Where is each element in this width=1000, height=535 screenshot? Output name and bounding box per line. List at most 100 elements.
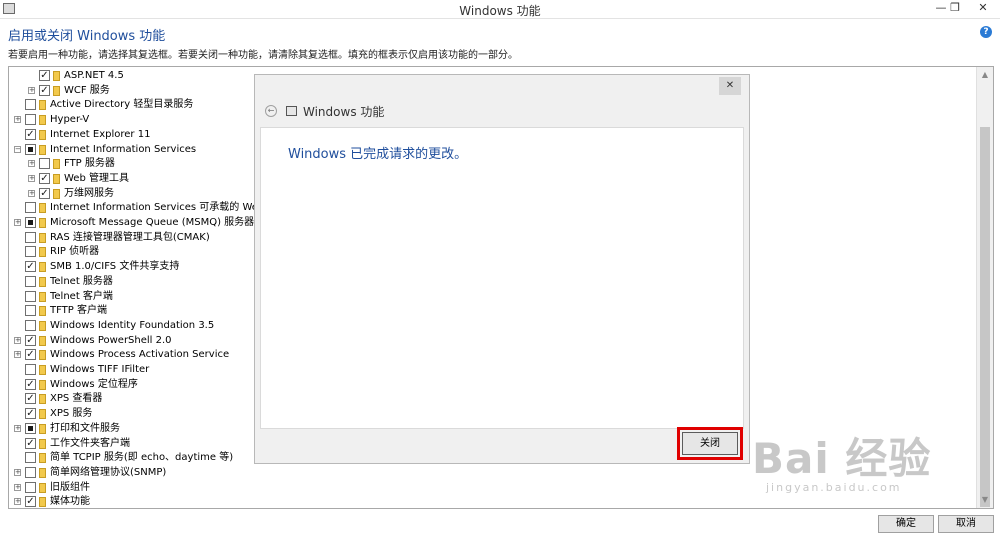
feature-checkbox[interactable] — [25, 217, 36, 228]
expand-icon[interactable]: + — [14, 116, 21, 124]
feature-checkbox[interactable]: ✓ — [39, 70, 50, 81]
feature-checkbox[interactable] — [25, 319, 36, 331]
ok-button[interactable]: 确定 — [878, 515, 934, 533]
folder-icon — [39, 232, 46, 243]
completion-message: Windows 已完成请求的更改。 — [288, 147, 468, 162]
folder-icon — [39, 394, 46, 405]
feature-label: 工作文件夹客户端 — [50, 437, 130, 449]
feature-checkbox[interactable] — [25, 422, 36, 434]
folder-icon — [39, 423, 46, 434]
feature-checkbox[interactable] — [25, 246, 36, 258]
feature-checkbox[interactable] — [25, 143, 36, 155]
expand-icon[interactable]: + — [14, 498, 21, 506]
feature-checkbox[interactable] — [25, 99, 36, 111]
feature-label: XPS 查看器 — [50, 393, 103, 405]
expand-icon[interactable]: + — [14, 336, 21, 344]
feature-label: Windows Identity Foundation 3.5 — [50, 319, 215, 331]
folder-icon — [39, 497, 46, 508]
feature-label: 打印和文件服务 — [50, 422, 120, 434]
folder-icon — [39, 365, 46, 375]
feature-checkbox[interactable] — [25, 275, 36, 287]
expand-icon[interactable]: + — [14, 468, 21, 476]
feature-label: TFTP 客户端 — [50, 305, 108, 317]
feature-checkbox[interactable] — [25, 364, 36, 375]
feature-label: Microsoft Message Queue (MSMQ) 服务器 — [50, 217, 255, 228]
help-icon[interactable]: ? — [980, 26, 992, 38]
feature-checkbox[interactable]: ✓ — [25, 128, 36, 140]
feature-checkbox[interactable] — [25, 231, 36, 243]
folder-icon — [39, 482, 46, 493]
folder-icon — [39, 100, 46, 111]
folder-icon — [39, 453, 46, 464]
feature-label: Telnet 客户端 — [50, 290, 113, 302]
expand-icon[interactable]: + — [28, 160, 35, 168]
feature-checkbox[interactable]: ✓ — [25, 437, 36, 449]
title-bar: Windows 功能 — ❐ ✕ — [0, 0, 1000, 19]
feature-checkbox[interactable]: ✓ — [25, 393, 36, 405]
feature-checkbox[interactable]: ✓ — [39, 187, 50, 199]
feature-checkbox[interactable]: ✓ — [39, 84, 50, 96]
expand-icon[interactable]: + — [14, 219, 21, 226]
folder-icon — [39, 144, 46, 155]
folder-icon — [39, 218, 46, 228]
feature-checkbox[interactable]: ✓ — [25, 496, 36, 508]
feature-checkbox[interactable]: ✓ — [39, 172, 50, 184]
dialog-content: Windows 已完成请求的更改。 — [260, 127, 744, 429]
feature-checkbox[interactable]: ✓ — [25, 349, 36, 361]
back-arrow-icon[interactable]: ← — [265, 105, 277, 117]
dialog-close-icon[interactable]: ✕ — [719, 77, 741, 95]
window-close-button[interactable]: ✕ — [972, 0, 994, 16]
feature-label: XPS 服务 — [50, 408, 93, 420]
folder-icon — [39, 409, 46, 420]
folder-icon — [39, 203, 46, 214]
cancel-button[interactable]: 取消 — [938, 515, 994, 533]
feature-checkbox[interactable]: ✓ — [25, 408, 36, 420]
feature-checkbox[interactable]: ✓ — [25, 378, 36, 390]
feature-checkbox[interactable] — [25, 452, 36, 464]
expand-icon[interactable]: + — [28, 86, 35, 94]
expand-icon[interactable]: + — [14, 351, 21, 359]
feature-label: 简单 TCPIP 服务(即 echo、daytime 等) — [50, 452, 234, 464]
feature-label: Web 管理工具 — [64, 172, 129, 184]
folder-icon — [53, 159, 60, 170]
feature-label: Windows PowerShell 2.0 — [50, 334, 172, 346]
feature-checkbox[interactable]: ✓ — [25, 334, 36, 346]
folder-icon — [39, 350, 46, 361]
folder-icon — [39, 467, 46, 478]
scrollbar-thumb[interactable] — [980, 127, 990, 507]
expand-icon[interactable]: + — [28, 189, 35, 197]
tree-vertical-scrollbar[interactable]: ▲ ▼ — [976, 67, 993, 508]
feature-checkbox[interactable]: ✓ — [25, 261, 36, 273]
feature-label: 万维网服务 — [64, 187, 114, 199]
feature-checkbox[interactable] — [25, 114, 36, 126]
scroll-down-icon[interactable]: ▼ — [977, 492, 993, 508]
feature-checkbox[interactable] — [25, 481, 36, 493]
feature-checkbox[interactable] — [25, 290, 36, 302]
scroll-up-icon[interactable]: ▲ — [977, 67, 993, 83]
collapse-icon[interactable]: − — [14, 145, 21, 153]
folder-icon — [39, 379, 46, 390]
dialog-title: Windows 功能 — [303, 105, 385, 119]
feature-label: Windows Process Activation Service — [50, 349, 230, 361]
folder-icon — [53, 85, 60, 96]
feature-label: Internet Explorer 11 — [50, 128, 151, 140]
feature-checkbox[interactable] — [39, 158, 50, 170]
expand-icon[interactable]: + — [14, 483, 21, 491]
feature-checkbox[interactable] — [25, 305, 36, 317]
dialog-header: ← Windows 功能 — [257, 99, 747, 127]
folder-icon — [39, 291, 46, 302]
expand-icon[interactable]: + — [28, 174, 35, 182]
feature-checkbox[interactable] — [25, 202, 36, 214]
folder-icon — [53, 188, 60, 199]
feature-checkbox[interactable] — [25, 466, 36, 478]
feature-label: WCF 服务 — [64, 84, 110, 96]
feature-label: Windows TIFF IFilter — [50, 364, 150, 375]
feature-label: Telnet 服务器 — [50, 275, 113, 287]
window-title: Windows 功能 — [459, 4, 541, 18]
feature-label: Internet Information Services — [50, 143, 197, 155]
folder-icon — [53, 173, 60, 184]
restore-button[interactable]: ❐ — [944, 0, 966, 16]
feature-label: RAS 连接管理器管理工具包(CMAK) — [50, 231, 210, 243]
expand-icon[interactable]: + — [14, 424, 21, 432]
dialog-close-button[interactable]: 关闭 — [677, 427, 743, 460]
